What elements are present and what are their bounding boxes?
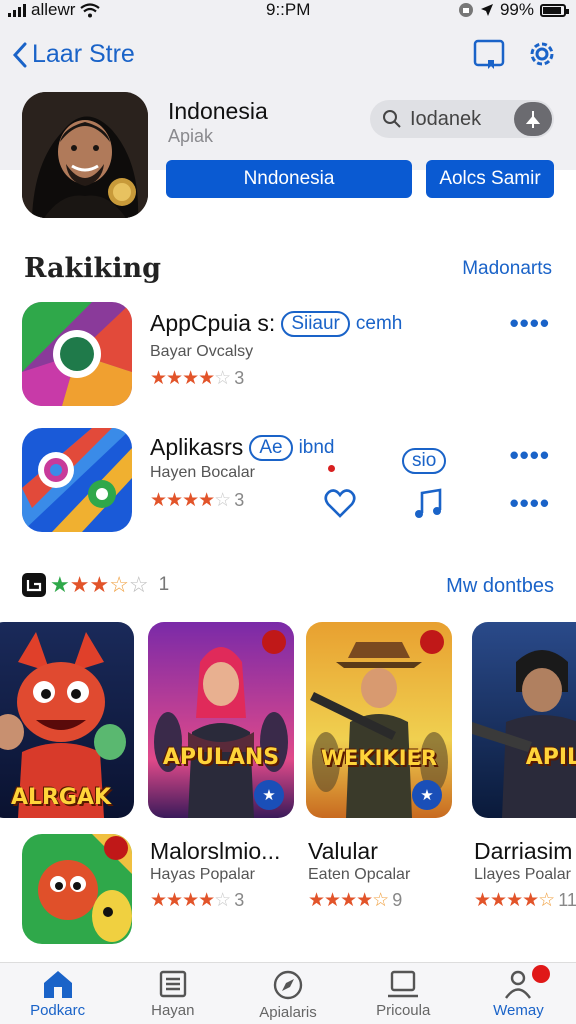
battery-icon (540, 3, 569, 17)
primary-button[interactable]: Nndonesia (166, 160, 412, 198)
ranking-item-2-pill[interactable]: Ae (249, 434, 293, 461)
back-button[interactable]: Laar Stre (12, 40, 135, 69)
tab-profile-label: Wemay (493, 1002, 544, 1019)
back-label: Laar Stre (32, 40, 135, 68)
bottom-item-2-rating: ★★★★ ☆ 9 (308, 890, 403, 911)
ranking-item-1-rating: ★★★★ ☆ 3 (150, 368, 245, 389)
search-icon (383, 110, 401, 128)
game-card-1-title: ALRGAK (10, 785, 112, 810)
bottom-item-1-subtitle: Hayas Popalar (150, 866, 255, 883)
games-see-all-link[interactable]: Mw dontbes (446, 575, 554, 598)
ranking-item-1-subtitle: Bayar Ovcalsy (150, 343, 254, 360)
bottom-item-1-rating: ★★★★ ☆ 3 (150, 890, 245, 911)
bottom-item-3-rating: ★★★★☆111 (474, 890, 576, 911)
game-card-3-title: WEKIKIER (320, 746, 438, 770)
more-options-icon[interactable]: •••• (510, 440, 550, 471)
list-icon (159, 970, 186, 998)
game-card-3-badge-icon (420, 630, 444, 654)
voice-search-button[interactable] (514, 102, 552, 136)
games-section-rating: ★★★☆☆ 1 (22, 572, 169, 598)
wifi-icon (80, 2, 101, 17)
search-field[interactable]: Iodanek (370, 100, 554, 138)
tab-explore-label: Apialaris (259, 1004, 317, 1021)
game-card-2-badge-icon (262, 630, 286, 654)
games-rating-count: 1 (158, 574, 170, 595)
ranking-item-1-tag: cemh (355, 312, 403, 334)
ranking-item-2-tag: ibnd (298, 436, 335, 458)
ranking-item-2-subtitle: Hayen Bocalar (150, 464, 255, 481)
tab-devices[interactable]: Pricoula (346, 963, 461, 1024)
download-icon[interactable]: ★ (412, 780, 442, 810)
game-card-1[interactable]: ALRGAK (0, 622, 134, 818)
more-options-icon[interactable]: •••• (510, 488, 550, 519)
tab-list[interactable]: Hayan (115, 963, 230, 1024)
app-store-logo-icon (22, 573, 46, 597)
bottom-item-1-name[interactable]: Malorslmio... (150, 838, 280, 865)
music-icon[interactable] (412, 488, 444, 520)
download-icon[interactable]: ★ (254, 780, 284, 810)
game-card-4-title: APILR (525, 745, 576, 770)
ranking-item-1-title[interactable]: AppCpuia s: Siiaur cemh (150, 310, 402, 337)
bottom-item-2-subtitle: Eaten Opcalar (308, 866, 411, 883)
game-card-4[interactable]: APILR (472, 622, 576, 818)
notification-badge (532, 965, 551, 983)
tab-explore[interactable]: Apialaris (230, 963, 345, 1024)
home-icon (43, 971, 72, 998)
lock-rotation-icon (458, 3, 473, 17)
ranking-item-1-name: AppCpuia s: (150, 310, 276, 336)
location-icon (480, 4, 493, 16)
signal-icon (8, 3, 26, 17)
clock: 9::PM (266, 0, 311, 19)
chrome-app-icon[interactable] (22, 302, 132, 406)
carrier-label: allewr (31, 0, 76, 19)
status-right: 99% (458, 0, 569, 20)
tab-home[interactable]: Podkarc (0, 963, 115, 1024)
nav-actions (472, 38, 558, 72)
heart-icon[interactable] (324, 488, 356, 518)
chevron-left-icon (12, 42, 27, 67)
app-subtitle: Apiak (168, 126, 214, 146)
bottom-item-3-name[interactable]: Darriasim (474, 838, 572, 865)
app-title: Indonesia (168, 98, 268, 124)
tab-profile[interactable]: Wemay (461, 963, 576, 1024)
game-card-2-title: APULANS (162, 745, 280, 770)
person-icon (505, 970, 532, 999)
pin-icon (525, 111, 541, 128)
carrier-group: allewr (8, 0, 101, 20)
tab-devices-label: Pricoula (376, 1002, 431, 1019)
tab-home-label: Podkarc (30, 1002, 86, 1019)
fruit-game-icon[interactable] (22, 834, 132, 944)
battery-percent: 99% (499, 0, 534, 19)
notification-dot (328, 465, 335, 472)
game-card-3[interactable]: WEKIKIER ★ (306, 622, 452, 818)
secondary-button[interactable]: Aolcs Samir (426, 160, 554, 198)
compass-icon (273, 970, 303, 1000)
bottom-item-3-subtitle: Llayes Poalar (474, 866, 571, 883)
ranking-item-2-extra-pill[interactable]: sio (402, 448, 447, 474)
ranking-item-1-pill[interactable]: Siiaur (281, 310, 350, 337)
ranking-item-2-title[interactable]: Aplikasrs Ae ibnd (150, 434, 334, 461)
game-card-2[interactable]: APULANS ★ (148, 622, 294, 818)
bookmark-icon[interactable] (472, 38, 506, 72)
status-bar: allewr 9::PM 99% (0, 0, 576, 22)
app-icon-avatar[interactable] (22, 92, 148, 218)
maps-app-icon[interactable] (22, 428, 132, 532)
section-title-ranking: Rakiking (24, 253, 161, 284)
tab-bar: Podkarc Hayan Apialaris Pricoula Wemay (0, 962, 576, 1024)
tab-list-label: Hayan (151, 1002, 195, 1019)
ranking-item-2-name: Aplikasrs (150, 434, 244, 460)
bottom-item-2-name[interactable]: Valular (308, 838, 378, 865)
star-rating: ★★★☆☆ (50, 572, 149, 597)
ranking-see-all-link[interactable]: Madonarts (462, 258, 552, 280)
laptop-icon (388, 970, 419, 998)
gear-icon[interactable] (526, 38, 558, 70)
more-options-icon[interactable]: •••• (510, 308, 550, 339)
ranking-item-2-rating: ★★★★ ☆ 3 (150, 490, 245, 511)
search-input[interactable]: Iodanek (410, 108, 481, 131)
